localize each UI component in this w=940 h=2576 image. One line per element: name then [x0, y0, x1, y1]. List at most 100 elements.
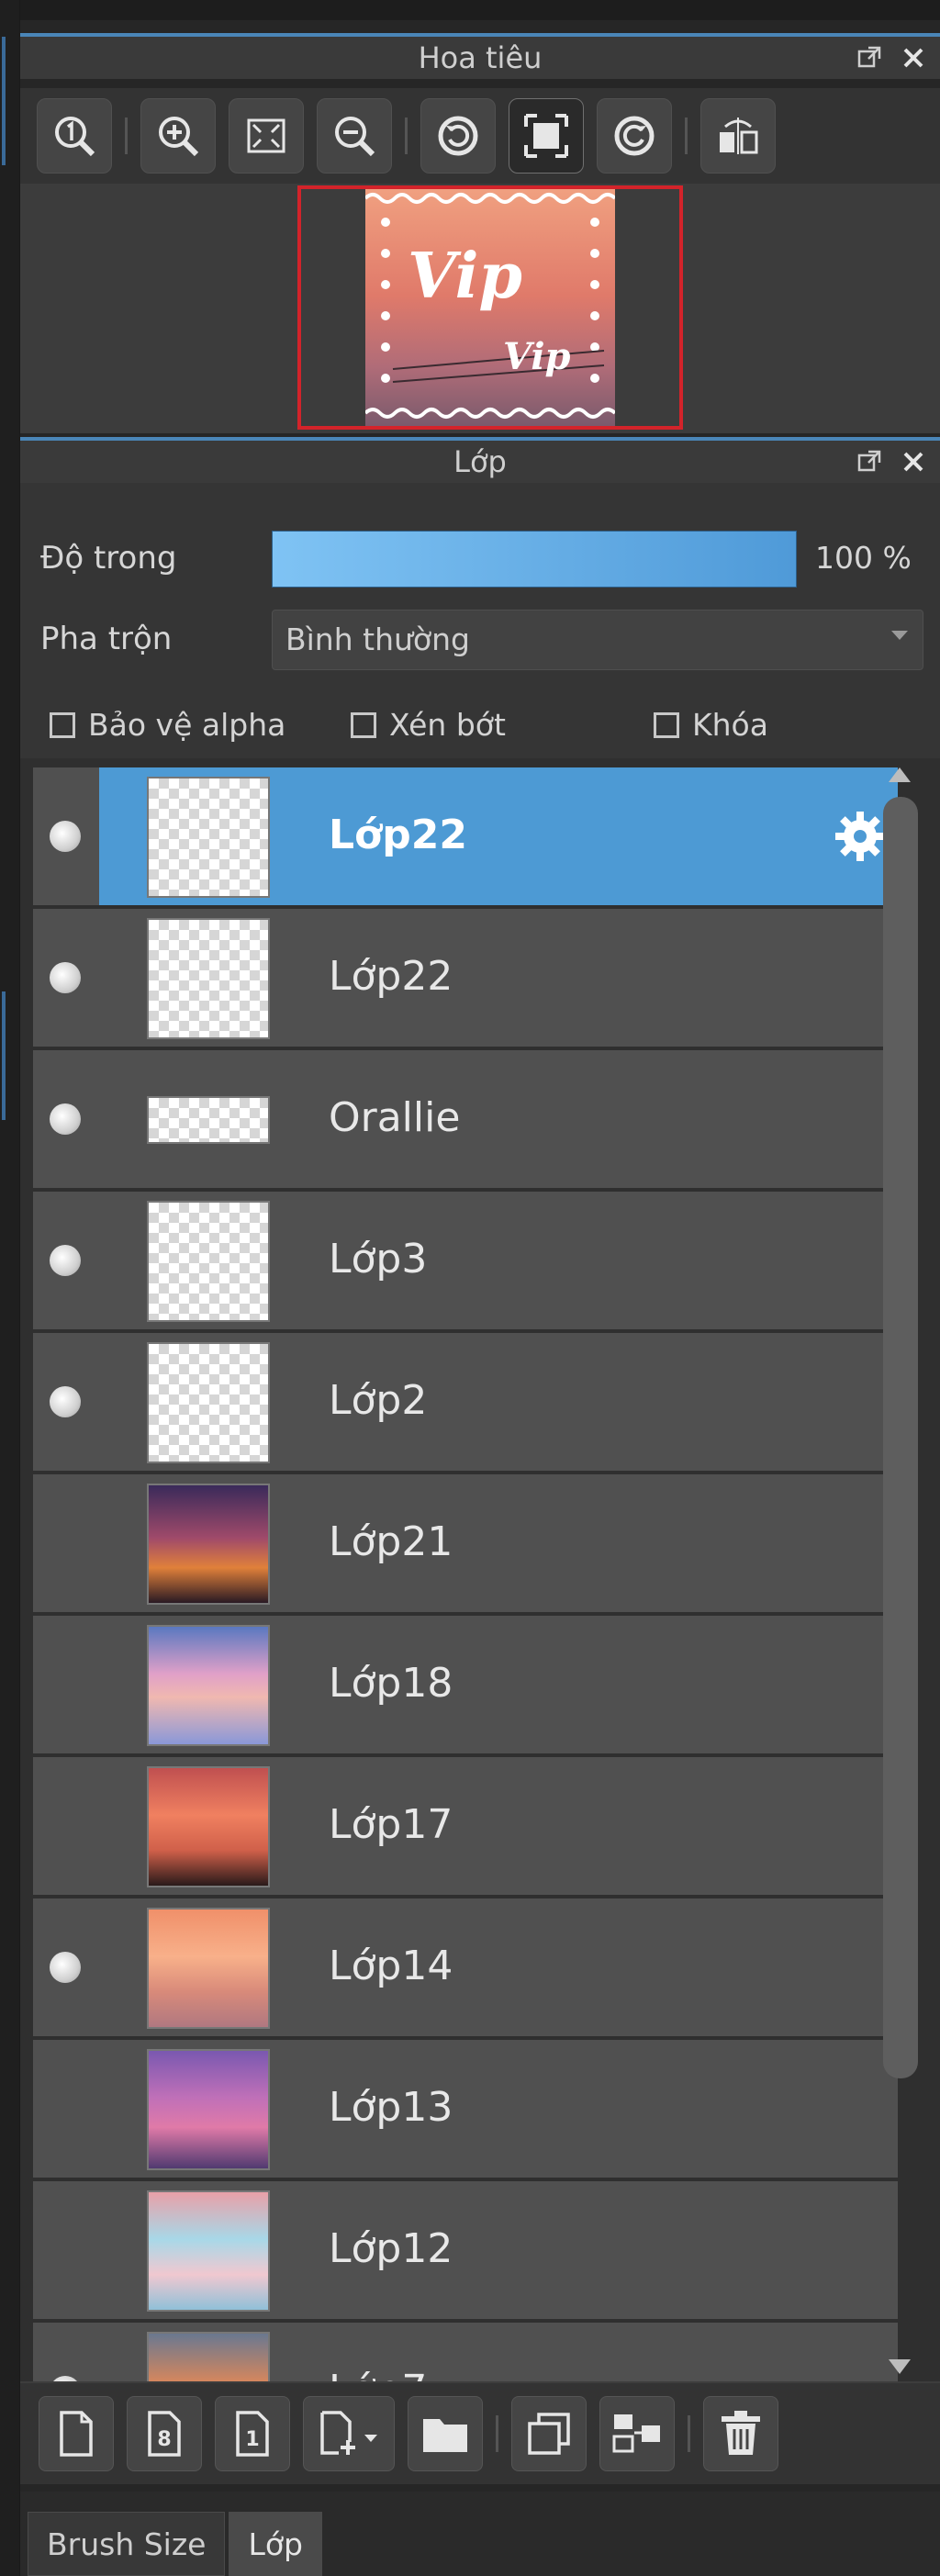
layer-name: Lớp22	[329, 953, 453, 1000]
layers-title: Lớp	[453, 444, 507, 479]
merge-down-icon	[612, 2414, 660, 2453]
layer-row[interactable]: Lớp18	[33, 1616, 898, 1755]
trash-icon	[722, 2411, 760, 2455]
layer-toolbar: 8 1	[20, 2381, 940, 2484]
zoom-out-button[interactable]	[317, 98, 392, 174]
rotate-right-button[interactable]	[597, 98, 672, 174]
opacity-label: Độ trong	[40, 540, 177, 577]
zoom-reset-button[interactable]	[37, 98, 112, 174]
layer-row[interactable]: Lớp12	[33, 2181, 898, 2321]
duplicate-layer-button[interactable]	[511, 2396, 587, 2471]
svg-text:1: 1	[245, 2428, 259, 2451]
tab-brush-size[interactable]: Brush Size	[28, 2512, 226, 2576]
layer-row[interactable]: Lớp22	[33, 909, 898, 1048]
undock-icon[interactable]	[856, 44, 883, 72]
close-icon[interactable]	[900, 44, 927, 72]
checkbox-box[interactable]	[50, 711, 75, 738]
fit-screen-button[interactable]	[229, 98, 304, 174]
visibility-toggle[interactable]	[33, 1898, 99, 2036]
visibility-icon	[50, 1952, 81, 1983]
fit-window-button[interactable]	[509, 98, 584, 174]
zoom-in-icon	[159, 117, 199, 157]
visibility-toggle[interactable]	[33, 909, 99, 1047]
rotate-left-button[interactable]	[420, 98, 496, 174]
navigator-title: Hoa tiêu	[418, 40, 543, 75]
layer-row[interactable]: Lớp17	[33, 1757, 898, 1897]
navigator-preview[interactable]: Vip Vip	[20, 184, 940, 433]
lock-label: Khóa	[692, 707, 768, 743]
layer-list: Lớp22 Lớp22 Orallie Lớp3 Lớp2 Lớp21 Lớp1…	[20, 758, 940, 2381]
layer-name: Lớp17	[329, 1801, 453, 1848]
clipping-label: Xén bớt	[389, 707, 506, 743]
layer-row[interactable]: Lớp22	[33, 767, 898, 907]
layer-thumbnail	[147, 1201, 270, 1322]
layer-row[interactable]: Lớp14	[33, 1898, 898, 2038]
blend-mode-select[interactable]: Bình thường	[272, 610, 923, 670]
layer-row[interactable]: Lớp21	[33, 1474, 898, 1614]
lock-checkbox[interactable]: Khóa	[654, 707, 768, 743]
visibility-icon	[50, 821, 81, 852]
undock-icon[interactable]	[856, 448, 883, 476]
fit-screen-icon	[247, 118, 285, 153]
layer-thumbnail	[147, 1625, 270, 1746]
layer-name: Orallie	[329, 1094, 461, 1141]
opacity-slider[interactable]	[272, 531, 797, 588]
new-1bit-layer-button[interactable]: 1	[215, 2396, 290, 2471]
visibility-toggle[interactable]	[33, 1474, 99, 1612]
visibility-icon	[50, 1386, 81, 1417]
layer-row[interactable]: Lớp7	[33, 2323, 898, 2381]
checkbox-box[interactable]	[351, 711, 376, 738]
visibility-toggle[interactable]	[33, 2040, 99, 2178]
layer-name: Lớp7	[329, 2367, 427, 2381]
opacity-value: 100 %	[815, 540, 912, 576]
layer-list-scrollbar[interactable]	[881, 767, 920, 2374]
protect-alpha-checkbox[interactable]: Bảo vệ alpha	[50, 707, 285, 743]
new-8bit-layer-button[interactable]: 8	[127, 2396, 202, 2471]
layer-thumbnail	[147, 777, 270, 898]
merge-layer-button[interactable]	[599, 2396, 675, 2471]
layer-thumbnail	[147, 918, 270, 1039]
tab-layers[interactable]: Lớp	[229, 2512, 322, 2576]
layer-name: Lớp22	[329, 812, 467, 858]
svg-text:8: 8	[157, 2428, 171, 2451]
navigator-header: Hoa tiêu	[20, 33, 940, 79]
visibility-toggle[interactable]	[33, 2181, 99, 2319]
scroll-down-icon[interactable]	[889, 2359, 911, 2374]
toolbar-separator	[405, 118, 408, 154]
layer-row[interactable]: Lớp3	[33, 1192, 898, 1331]
visibility-toggle[interactable]	[33, 1192, 99, 1329]
zoom-out-icon	[335, 117, 375, 157]
visibility-toggle[interactable]	[33, 1616, 99, 1753]
scroll-thumb[interactable]	[883, 797, 918, 2078]
new-layer-button[interactable]	[39, 2396, 114, 2471]
visibility-toggle[interactable]	[33, 1757, 99, 1895]
add-layer-menu-button[interactable]	[303, 2396, 395, 2471]
visibility-icon	[50, 1245, 81, 1276]
checkbox-box[interactable]	[654, 711, 679, 738]
viewport-frame[interactable]: Vip Vip	[297, 185, 683, 430]
protect-alpha-label: Bảo vệ alpha	[88, 707, 286, 743]
delete-layer-button[interactable]	[703, 2396, 778, 2471]
visibility-toggle[interactable]	[33, 2323, 99, 2381]
layer-row[interactable]: Orallie	[33, 1050, 898, 1190]
fit-window-icon	[524, 114, 568, 158]
clipping-checkbox[interactable]: Xén bớt	[351, 707, 506, 743]
visibility-toggle[interactable]	[33, 1333, 99, 1471]
scroll-up-icon[interactable]	[889, 767, 911, 782]
layer-row[interactable]: Lớp2	[33, 1333, 898, 1473]
navigator-toolbar	[20, 88, 940, 184]
toolbar-separator	[685, 118, 688, 154]
rotate-left-icon	[438, 116, 478, 156]
layer-thumbnail	[147, 1096, 270, 1144]
layer-name: Lớp13	[329, 2084, 453, 2131]
close-icon[interactable]	[900, 448, 927, 476]
zoom-in-button[interactable]	[140, 98, 216, 174]
toolbar-separator	[688, 2415, 690, 2452]
visibility-toggle[interactable]	[33, 1050, 99, 1188]
flip-button[interactable]	[700, 98, 776, 174]
layer-thumbnail	[147, 1908, 270, 2029]
layer-row[interactable]: Lớp13	[33, 2040, 898, 2179]
panel-tabs: Brush Size Lớp	[20, 2492, 940, 2576]
new-folder-button[interactable]	[408, 2396, 483, 2471]
visibility-toggle[interactable]	[33, 767, 99, 905]
